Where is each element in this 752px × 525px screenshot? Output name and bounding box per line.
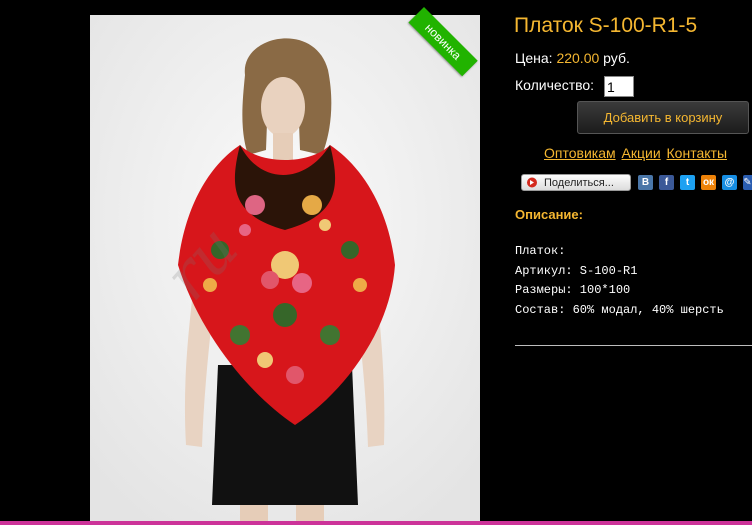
- description-heading: Описание:: [515, 207, 583, 222]
- quantity-label: Количество:: [515, 77, 595, 93]
- quantity-input[interactable]: [604, 76, 634, 97]
- link-contacts[interactable]: Контакты: [667, 145, 727, 161]
- facebook-icon[interactable]: f: [659, 175, 674, 190]
- description-line: Платок:: [515, 244, 566, 258]
- link-wholesale[interactable]: Оптовикам: [544, 145, 616, 161]
- product-title: Платок S-100-R1-5: [514, 14, 698, 37]
- price-label: Цена:: [515, 50, 553, 66]
- twitter-icon[interactable]: t: [680, 175, 695, 190]
- vk-icon[interactable]: В: [638, 175, 653, 190]
- odnoklassniki-icon[interactable]: ок: [701, 175, 716, 190]
- mail-icon[interactable]: @: [722, 175, 737, 190]
- price-row: Цена: 220.00 руб.: [515, 50, 630, 66]
- share-button[interactable]: Поделиться...: [521, 174, 631, 191]
- add-to-cart-button[interactable]: Добавить в корзину: [577, 101, 749, 134]
- product-image[interactable]: ru: [90, 15, 480, 525]
- link-promotions[interactable]: Акции: [622, 145, 661, 161]
- description-line: Состав: 60% модал, 40% шерсть: [515, 302, 724, 317]
- price-currency: руб.: [603, 50, 630, 66]
- share-button-label: Поделиться...: [544, 177, 614, 189]
- mannequin-illustration: [90, 15, 480, 525]
- divider: [515, 345, 752, 346]
- description-line: Артикул: S-100-R1: [515, 263, 638, 278]
- price-value: 220.00: [556, 50, 600, 66]
- description-text: Платок: Артикул: S-100-R1 Размеры: 100*1…: [515, 242, 724, 320]
- bottom-border: [0, 521, 752, 525]
- livejournal-icon[interactable]: ✎: [743, 175, 752, 190]
- share-icon: [527, 177, 537, 188]
- description-line: Размеры: 100*100: [515, 283, 631, 297]
- info-links: Оптовикам Акции Контакты: [544, 145, 729, 161]
